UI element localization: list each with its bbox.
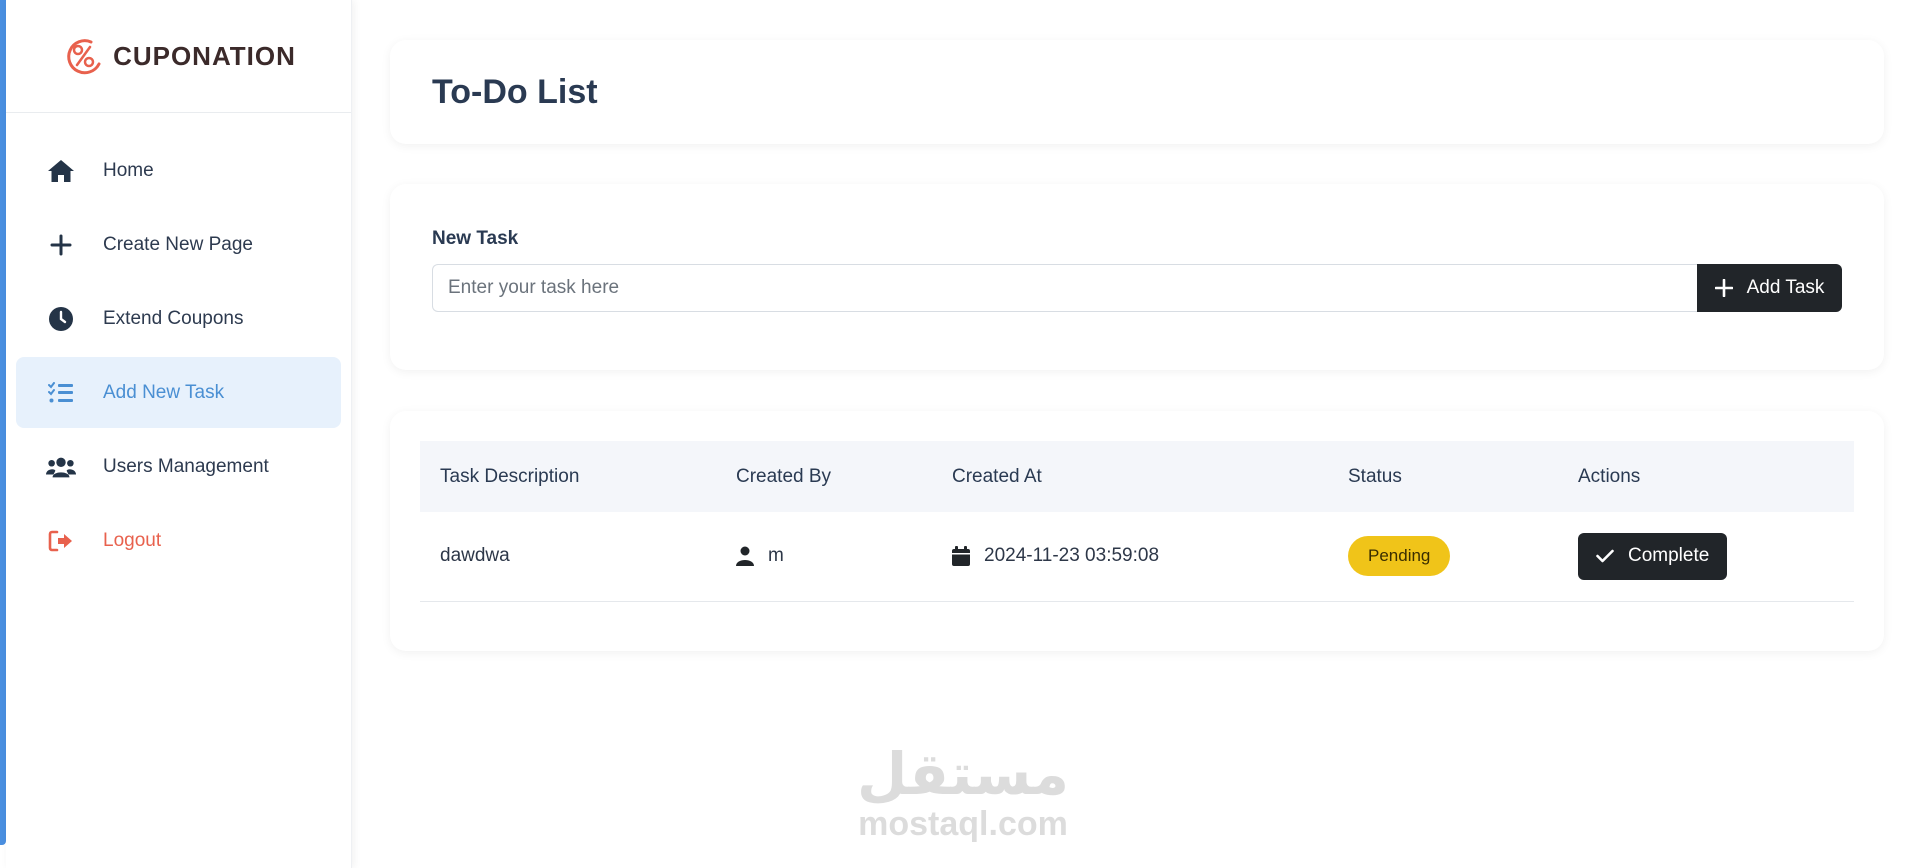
sidebar-item-label: Logout (103, 529, 162, 551)
percent-logo-icon (67, 39, 101, 75)
col-actions: Actions (1578, 465, 1641, 487)
sidebar-item-home[interactable]: Home (16, 135, 341, 206)
complete-label: Complete (1628, 545, 1710, 567)
sidebar-item-label: Extend Coupons (103, 307, 244, 329)
complete-button[interactable]: Complete (1578, 532, 1728, 580)
home-icon (46, 156, 76, 186)
tasks-table-card: Task Description Created By Created At S… (390, 411, 1884, 651)
created-at-cell: 2024-11-23 03:59:08 (932, 512, 1328, 601)
calendar-icon (952, 546, 970, 567)
col-task-description: Task Description (440, 465, 580, 487)
col-created-by: Created By (736, 465, 832, 487)
page-title: To-Do List (432, 72, 598, 111)
sidebar-item-label: Add New Task (103, 381, 225, 403)
users-icon (46, 452, 76, 482)
actions-cell: Complete (1558, 512, 1854, 601)
created-at: 2024-11-23 03:59:08 (984, 545, 1160, 567)
plus-icon (46, 230, 76, 260)
status-badge: Pending (1348, 536, 1451, 577)
check-icon (1596, 549, 1614, 563)
plus-icon (1714, 279, 1733, 297)
brand[interactable]: CUPONATION (6, 0, 351, 113)
table-row: dawdwa m 2024-11-23 03:59:08 Pending Com… (420, 512, 1854, 601)
new-task-form: New Task Add Task (390, 184, 1884, 370)
watermark-arabic: مستقل (856, 740, 1070, 808)
brand-name: CUPONATION (113, 40, 296, 71)
watermark: مستقل mostaql.com (848, 745, 1078, 844)
add-task-label: Add Task (1746, 277, 1825, 298)
sidebar-item-logout[interactable]: Logout (16, 505, 341, 576)
status-cell: Pending (1328, 512, 1558, 601)
sidebar-item-label: Users Management (103, 455, 269, 477)
sidebar-item-label: Create New Page (103, 233, 253, 255)
new-task-label: New Task (432, 228, 519, 249)
add-task-button[interactable]: Add Task (1697, 264, 1842, 312)
user-icon (736, 546, 754, 567)
created-by-cell: m (716, 512, 932, 601)
task-list-icon (46, 378, 76, 408)
sidebar: CUPONATION Home Create New Page Extend C… (6, 0, 352, 868)
sidebar-item-extend-coupons[interactable]: Extend Coupons (16, 283, 341, 354)
sidebar-nav: Home Create New Page Extend Coupons Add … (6, 113, 351, 576)
col-created-at: Created At (952, 465, 1042, 487)
sidebar-item-create-new-page[interactable]: Create New Page (16, 209, 341, 280)
watermark-latin: mostaql.com (858, 805, 1068, 843)
task-input-group: Add Task (432, 264, 1842, 312)
logout-icon (46, 526, 76, 556)
sidebar-item-users-management[interactable]: Users Management (16, 431, 341, 502)
tasks-table: Task Description Created By Created At S… (420, 441, 1854, 602)
col-status: Status (1348, 465, 1402, 487)
sidebar-item-add-new-task[interactable]: Add New Task (16, 357, 341, 428)
task-input[interactable] (432, 264, 1697, 312)
clock-icon (46, 304, 76, 334)
task-description: dawdwa (440, 545, 510, 567)
table-header-row: Task Description Created By Created At S… (420, 441, 1854, 512)
title-card: To-Do List (390, 40, 1884, 144)
created-by: m (768, 545, 784, 567)
sidebar-item-label: Home (103, 159, 154, 181)
